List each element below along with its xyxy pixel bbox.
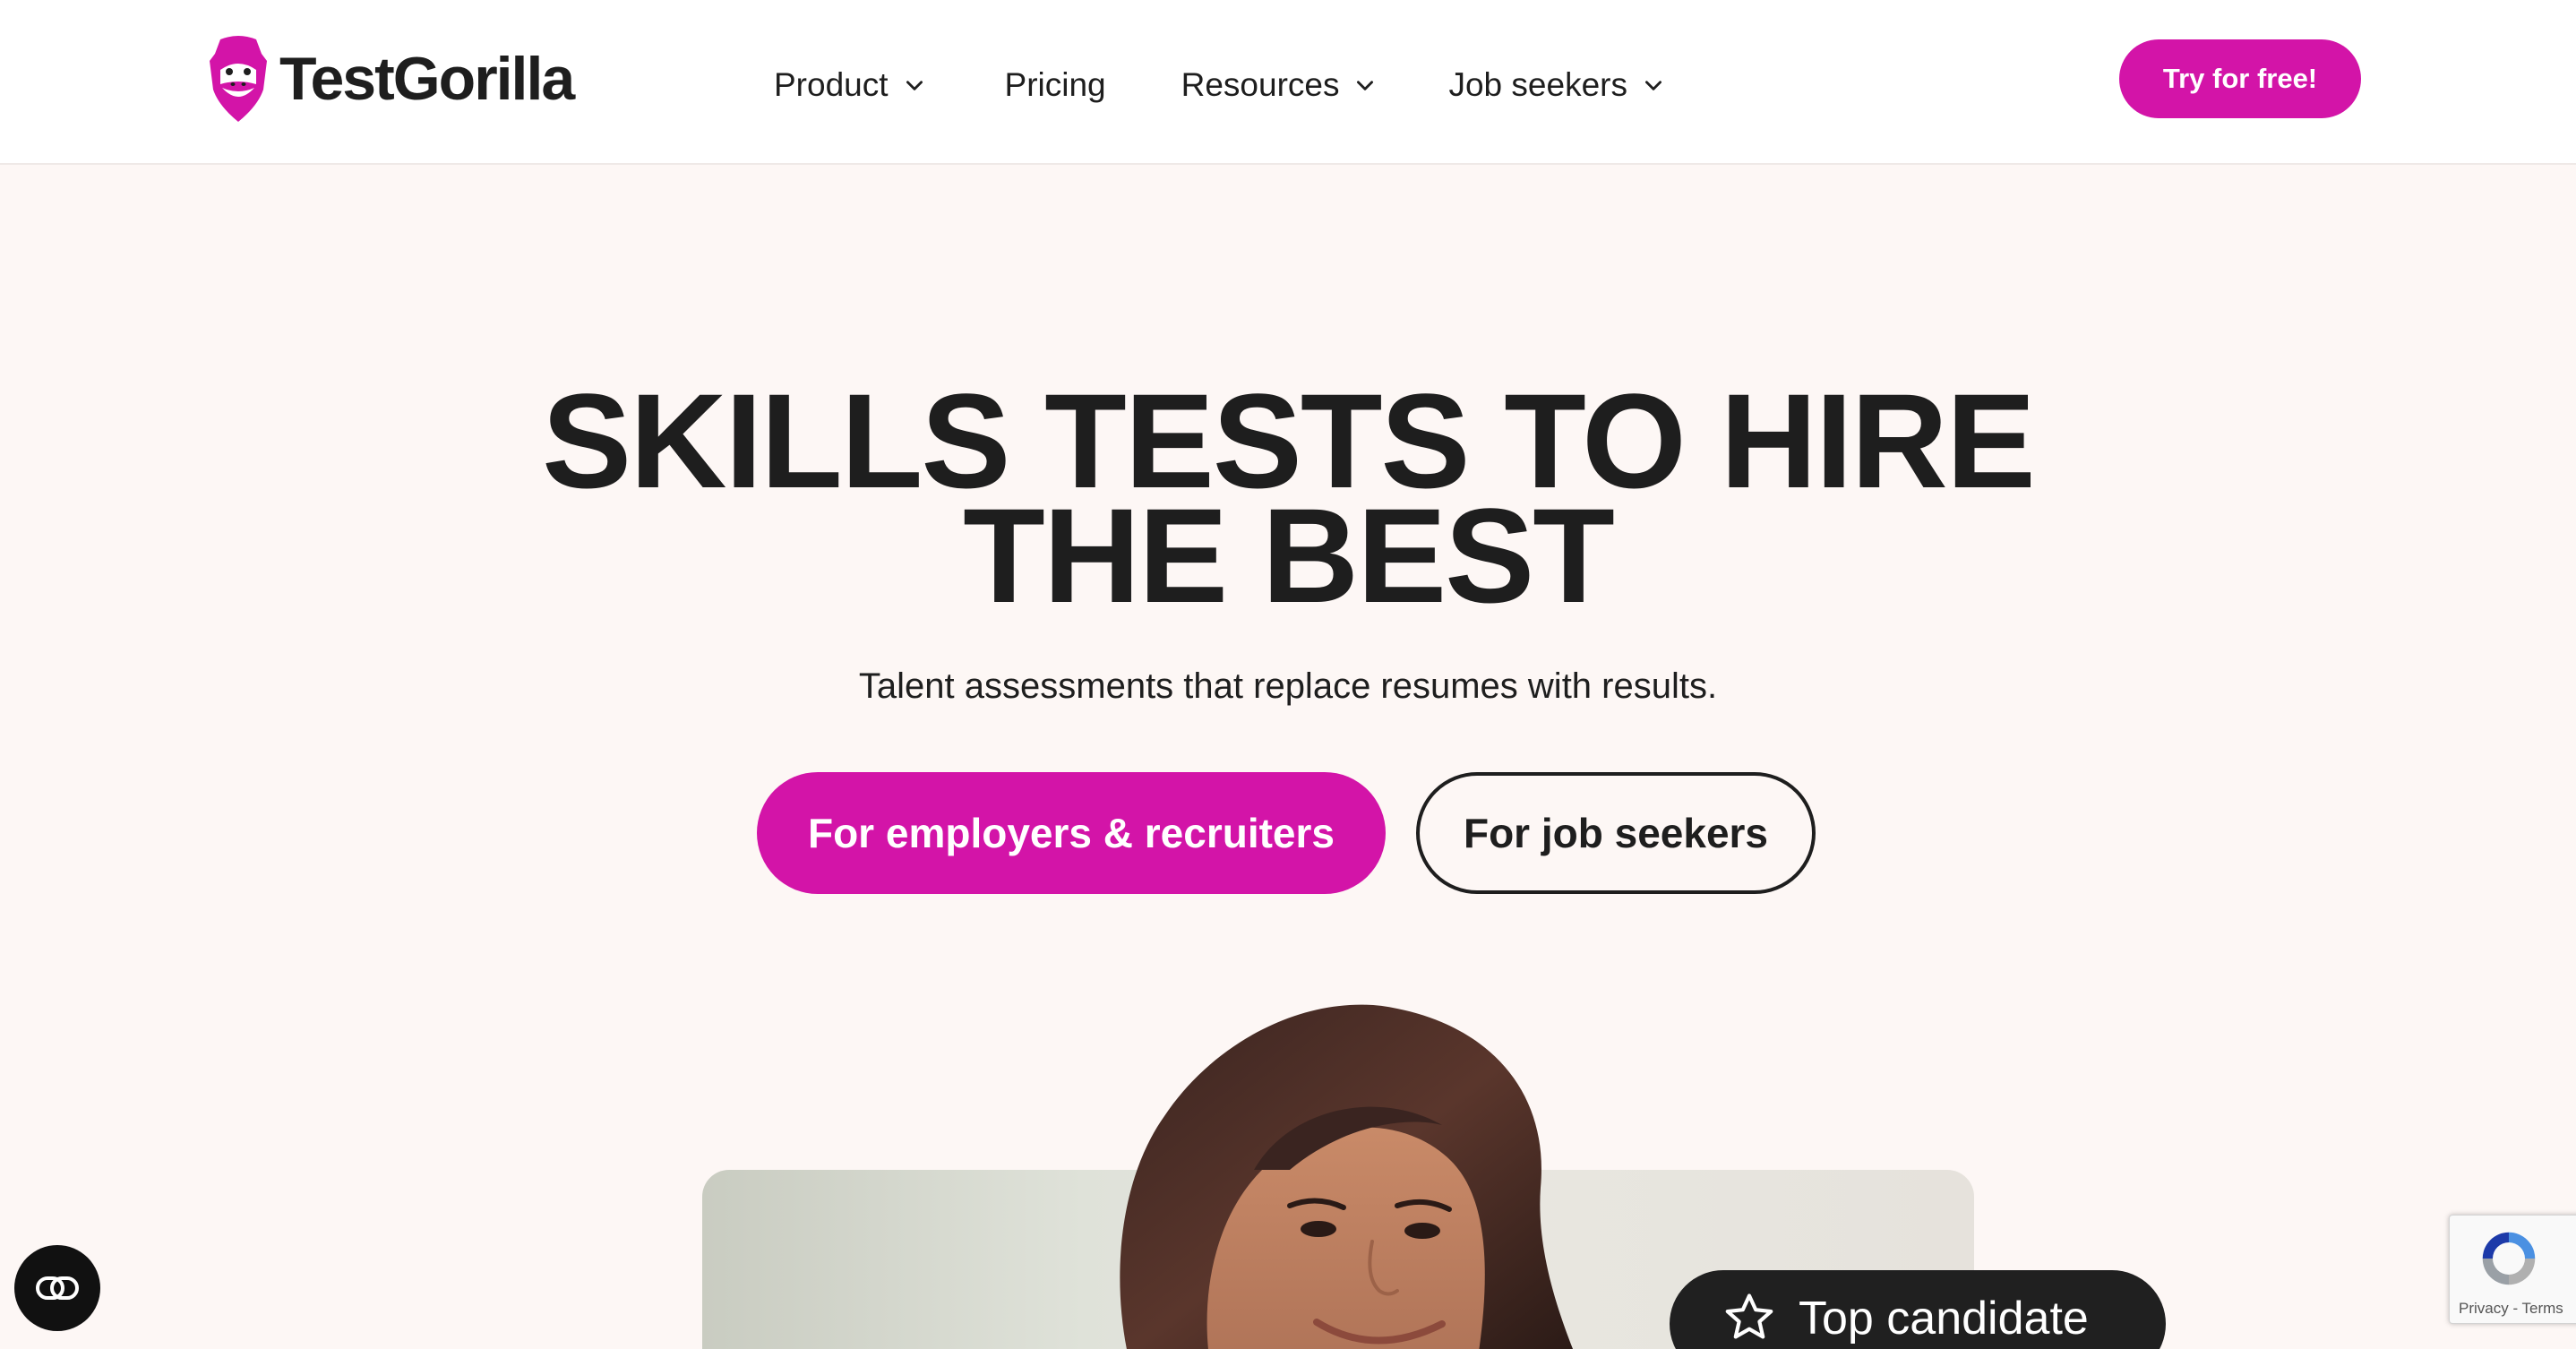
star-icon [1725,1293,1773,1339]
hero-title: SKILLS TESTS TO HIRE THE BEST [0,374,2576,631]
hero-person-image [1120,1004,1574,1349]
top-candidate-badge: Top candidate [1670,1270,2166,1349]
nav-item-job-seekers[interactable]: Job seekers [1448,54,1665,116]
nav-item-label: Resources [1181,66,1340,103]
link-icon [36,1276,79,1300]
nav-item-label: Product [774,66,889,103]
nav-item-pricing[interactable]: Pricing [1005,54,1106,116]
hero-title-line-2: THE BEST [963,480,1615,631]
gorilla-logo-icon [210,36,267,122]
job-seekers-button[interactable]: For job seekers [1416,772,1816,894]
logo-link[interactable]: TestGorilla [208,32,575,125]
nav-item-label: Job seekers [1448,66,1627,103]
chevron-down-icon [906,81,923,90]
site-header: TestGorilla Product Pricing Resources Jo… [0,0,2576,165]
chevron-down-icon [1644,81,1662,90]
nav-item-label: Pricing [1004,66,1106,103]
hero-subtitle: Talent assessments that replace resumes … [858,666,1718,706]
try-for-free-button[interactable]: Try for free! [2119,39,2361,118]
accessibility-widget-button[interactable] [14,1245,100,1331]
recaptcha-icon [2482,1232,2536,1285]
page: TestGorilla Product Pricing Resources Jo… [0,0,2576,1349]
main-nav: Product Pricing Resources Job seekers [774,54,1665,116]
nav-item-resources[interactable]: Resources [1181,54,1378,116]
badge-label: Top candidate [1799,1293,2089,1345]
nav-item-product[interactable]: Product [774,54,926,116]
employers-recruiters-button[interactable]: For employers & recruiters [757,772,1386,894]
recaptcha-links[interactable]: Privacy - Terms [2459,1300,2563,1318]
recaptcha-widget[interactable]: Privacy - Terms [2449,1215,2576,1324]
chevron-down-icon [1357,81,1374,90]
logo-wordmark: TestGorilla [279,45,575,113]
